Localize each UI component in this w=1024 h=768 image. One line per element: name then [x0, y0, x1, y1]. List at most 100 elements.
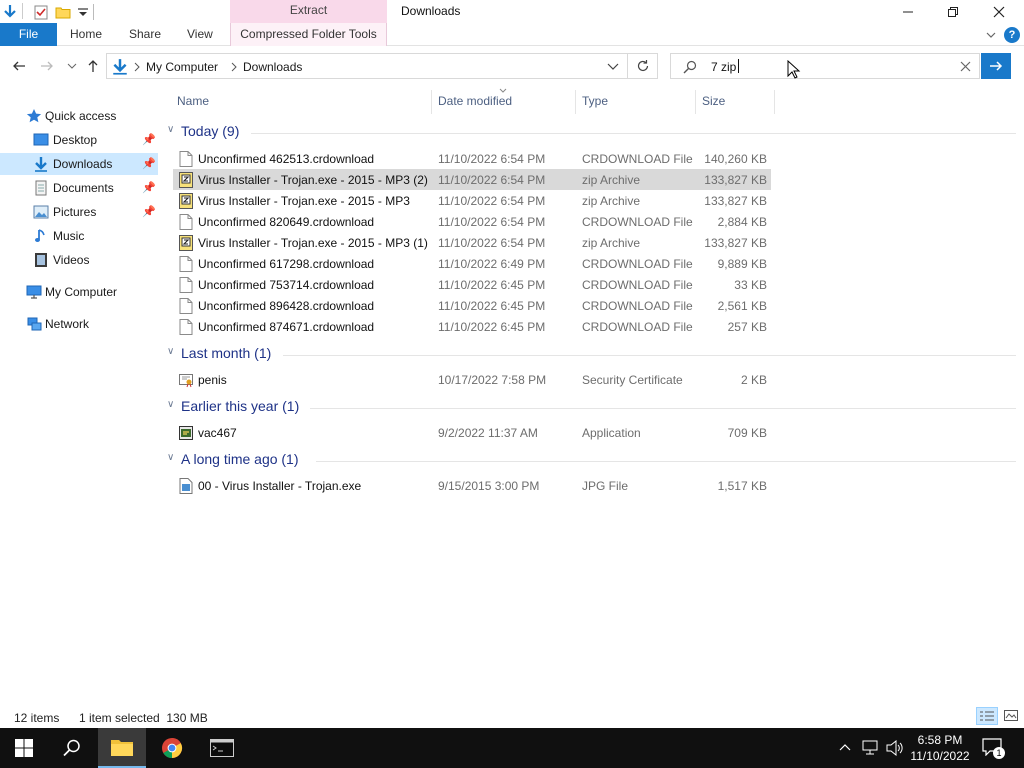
- file-type: CRDOWNLOAD File: [582, 215, 693, 229]
- table-row[interactable]: Virus Installer - Trojan.exe - 2015 - MP…: [173, 190, 771, 211]
- start-button[interactable]: [0, 728, 48, 768]
- window-title: Downloads: [401, 4, 461, 18]
- large-icons-view-button[interactable]: [1001, 707, 1021, 725]
- nav-item-desktop[interactable]: Desktop 📌: [0, 129, 158, 151]
- text-caret: [738, 59, 739, 73]
- search-box[interactable]: 7 zip: [670, 53, 980, 79]
- chevron-right-icon[interactable]: [230, 62, 238, 72]
- network-tray-icon[interactable]: [862, 740, 880, 756]
- close-button[interactable]: [976, 0, 1022, 23]
- column-divider[interactable]: [575, 90, 576, 114]
- tab-compressed-folder-tools[interactable]: Compressed Folder Tools: [230, 23, 387, 46]
- nav-item-network[interactable]: Network: [0, 313, 158, 335]
- table-row[interactable]: Unconfirmed 896428.crdownload 11/10/2022…: [173, 295, 771, 316]
- download-arrow-icon[interactable]: [2, 4, 18, 20]
- blank-file-icon: [179, 319, 193, 335]
- nav-item-label: Videos: [53, 253, 90, 267]
- help-icon[interactable]: ?: [1004, 27, 1020, 43]
- ribbon-tabs: File Home Share View Compressed Folder T…: [0, 23, 1024, 46]
- clock-date: 11/10/2022: [910, 749, 970, 763]
- up-button[interactable]: [83, 56, 103, 76]
- address-bar[interactable]: My Computer Downloads: [106, 53, 628, 79]
- download-arrow-icon: [113, 59, 127, 75]
- table-row[interactable]: 00 - Virus Installer - Trojan.exe 9/15/2…: [173, 475, 771, 496]
- column-divider[interactable]: [774, 90, 775, 114]
- table-row[interactable]: Unconfirmed 462513.crdownload 11/10/2022…: [173, 148, 771, 169]
- column-divider[interactable]: [431, 90, 432, 114]
- table-row[interactable]: Unconfirmed 820649.crdownload 11/10/2022…: [173, 211, 771, 232]
- file-type: CRDOWNLOAD File: [582, 152, 693, 166]
- group-divider: [310, 408, 1016, 409]
- clear-search-icon[interactable]: [960, 61, 971, 72]
- volume-icon[interactable]: [886, 740, 904, 756]
- sort-chevron-icon: [499, 88, 507, 93]
- minimize-button[interactable]: [885, 0, 931, 23]
- properties-check-icon[interactable]: [33, 4, 49, 20]
- group-header-last-month[interactable]: ∨ Last month (1): [158, 342, 1024, 366]
- zip-archive-icon: [179, 235, 193, 251]
- column-header-type[interactable]: Type: [582, 94, 608, 112]
- column-header-size[interactable]: Size: [702, 94, 725, 112]
- chevron-up-icon[interactable]: [839, 742, 851, 752]
- file-date: 11/10/2022 6:54 PM: [438, 173, 546, 187]
- new-folder-icon[interactable]: [55, 4, 71, 20]
- expand-ribbon-chevron-icon[interactable]: [985, 29, 997, 41]
- notifications-button[interactable]: 1: [982, 738, 1005, 759]
- group-header-earlier-this-year[interactable]: ∨ Earlier this year (1): [158, 395, 1024, 419]
- refresh-button[interactable]: [628, 53, 658, 79]
- table-row[interactable]: vac467 9/2/2022 11:37 AM Application 709…: [173, 422, 771, 443]
- file-name: Unconfirmed 896428.crdownload: [198, 299, 375, 313]
- column-divider[interactable]: [695, 90, 696, 114]
- group-header-long-time-ago[interactable]: ∨ A long time ago (1): [158, 448, 1024, 472]
- system-clock[interactable]: 6:58 PM 11/10/2022: [908, 732, 972, 764]
- chevron-right-icon[interactable]: [133, 62, 141, 72]
- group-header-today[interactable]: ∨ Today (9): [158, 120, 1024, 144]
- search-input[interactable]: 7 zip: [711, 60, 736, 74]
- file-size: 133,827 KB: [704, 173, 767, 187]
- table-row[interactable]: penis 10/17/2022 7:58 PM Security Certif…: [173, 369, 771, 390]
- nav-item-videos[interactable]: Videos: [0, 249, 158, 271]
- file-type: CRDOWNLOAD File: [582, 278, 693, 292]
- table-row[interactable]: Unconfirmed 617298.crdownload 11/10/2022…: [173, 253, 771, 274]
- table-row[interactable]: Unconfirmed 874671.crdownload 11/10/2022…: [173, 316, 771, 337]
- file-explorer-taskbar-button[interactable]: [98, 728, 146, 768]
- navigation-bar: My Computer Downloads 7 zip: [0, 48, 1024, 84]
- table-row[interactable]: Unconfirmed 753714.crdownload 11/10/2022…: [173, 274, 771, 295]
- tab-home[interactable]: Home: [70, 23, 102, 46]
- nav-item-pictures[interactable]: Pictures 📌: [0, 201, 158, 223]
- chevron-down-icon: ∨: [167, 124, 175, 135]
- recent-locations-button[interactable]: [62, 56, 82, 76]
- file-type: Application: [582, 426, 641, 440]
- music-note-icon: [35, 229, 45, 242]
- column-header-name[interactable]: Name: [177, 94, 209, 112]
- up-arrow-icon: [88, 60, 98, 72]
- customize-toolbar-icon[interactable]: [75, 4, 91, 20]
- large-icons-view-icon: [1004, 710, 1018, 721]
- table-row[interactable]: Virus Installer - Trojan.exe - 2015 - MP…: [173, 232, 771, 253]
- nav-item-my-computer[interactable]: My Computer: [0, 281, 158, 303]
- search-go-button[interactable]: [981, 53, 1011, 79]
- breadcrumb-downloads[interactable]: Downloads: [243, 60, 302, 74]
- chrome-taskbar-button[interactable]: [148, 728, 196, 768]
- file-type: CRDOWNLOAD File: [582, 299, 693, 313]
- column-header-date[interactable]: Date modified: [438, 94, 512, 112]
- tab-view[interactable]: View: [187, 23, 213, 46]
- chevron-down-icon[interactable]: [607, 62, 619, 72]
- tab-share[interactable]: Share: [129, 23, 161, 46]
- tab-file[interactable]: File: [0, 23, 57, 46]
- nav-item-quick-access[interactable]: Quick access: [0, 105, 158, 127]
- details-view-button[interactable]: [976, 707, 998, 725]
- blank-file-icon: [179, 151, 193, 167]
- nav-item-music[interactable]: Music: [0, 225, 158, 247]
- back-button[interactable]: [9, 56, 29, 76]
- table-row-selected[interactable]: Virus Installer - Trojan.exe - 2015 - MP…: [173, 169, 771, 190]
- terminal-taskbar-button[interactable]: [198, 728, 246, 768]
- nav-item-downloads[interactable]: Downloads 📌: [0, 153, 158, 175]
- forward-button[interactable]: [37, 56, 57, 76]
- restore-button[interactable]: [930, 0, 976, 23]
- search-taskbar-button[interactable]: [48, 728, 96, 768]
- breadcrumb-my-computer[interactable]: My Computer: [146, 60, 218, 74]
- nav-item-documents[interactable]: Documents 📌: [0, 177, 158, 199]
- file-name: Unconfirmed 617298.crdownload: [198, 257, 375, 271]
- file-type: CRDOWNLOAD File: [582, 320, 693, 334]
